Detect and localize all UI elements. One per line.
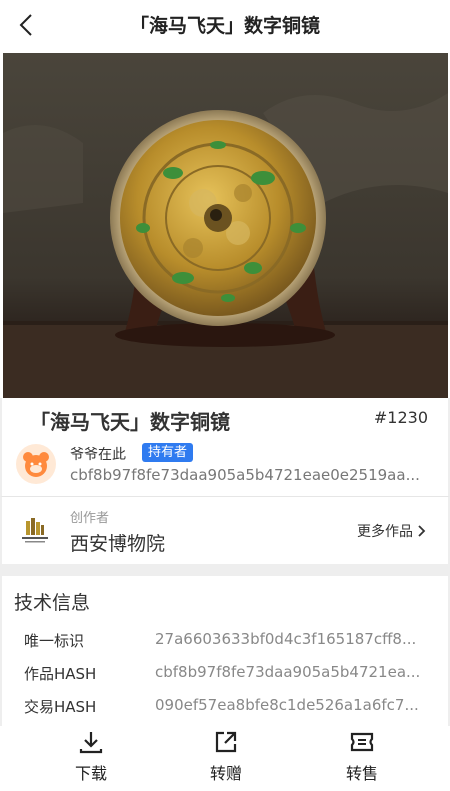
download-icon (77, 728, 105, 756)
back-button[interactable] (10, 8, 44, 42)
download-label: 下载 (74, 764, 107, 783)
chevron-left-icon (19, 14, 32, 36)
download-button[interactable]: 下载 (46, 728, 136, 788)
more-works-label: 更多作品 (357, 524, 413, 540)
status-badge: 持有者 (142, 443, 194, 462)
tech-key: 唯一标识 (24, 632, 85, 650)
creator-name[interactable]: 西安博物院 (70, 529, 165, 556)
section-divider (0, 564, 450, 576)
creator-caption: 创作者 (70, 511, 110, 526)
artwork-image (3, 53, 448, 398)
tech-value[interactable]: 090ef57ea8bfe8c1de526a1a6fc7... (155, 696, 430, 714)
gift-transfer-label: 转赠 (209, 764, 242, 783)
tech-row-unique-id: 唯一标识 27a6603633bf0d4c3f165187cff8... (2, 626, 450, 654)
owner-hash: cbf8b97f8fe73daa905a5b4721eae0e2519aa... (70, 466, 420, 484)
action-bar: 下载 转赠 转售 (0, 726, 450, 791)
page-title: 「海马飞天」数字铜镜 (129, 15, 320, 37)
more-works-link[interactable]: 更多作品 (357, 521, 426, 541)
tech-key: 作品HASH (24, 665, 97, 683)
share-icon (212, 728, 240, 756)
owner-name: 爷爷在此 (70, 447, 126, 463)
chevron-right-icon (418, 525, 426, 537)
gift-transfer-button[interactable]: 转赠 (181, 728, 271, 788)
tech-value[interactable]: cbf8b97f8fe73daa905a5b4721ea... (155, 663, 430, 681)
resell-button[interactable]: 转售 (317, 728, 407, 788)
item-title: 「海马飞天」数字铜镜 (30, 410, 230, 434)
avatar[interactable] (16, 444, 56, 484)
tech-info-section: 技术信息 唯一标识 27a6603633bf0d4c3f165187cff8..… (0, 576, 450, 726)
item-info: 「海马飞天」数字铜镜 #1230 爷爷在此 持有者 cbf8b97f8fe73d… (0, 398, 450, 496)
tech-row-tx-hash: 交易HASH 090ef57ea8bfe8c1de526a1a6fc7... (2, 692, 450, 720)
creator-section: 创作者 西安博物院 更多作品 (0, 496, 450, 564)
tech-key: 交易HASH (24, 698, 97, 716)
bear-icon (23, 452, 49, 477)
item-number: #1230 (373, 408, 428, 427)
museum-logo-icon (18, 513, 52, 547)
resell-label: 转售 (345, 764, 378, 783)
nav-bar: 「海马飞天」数字铜镜 (0, 0, 450, 52)
tech-row-work-hash: 作品HASH cbf8b97f8fe73daa905a5b4721ea... (2, 659, 450, 687)
section-title: 技术信息 (14, 592, 91, 614)
ticket-icon (348, 728, 376, 756)
tech-value[interactable]: 27a6603633bf0d4c3f165187cff8... (155, 630, 430, 648)
